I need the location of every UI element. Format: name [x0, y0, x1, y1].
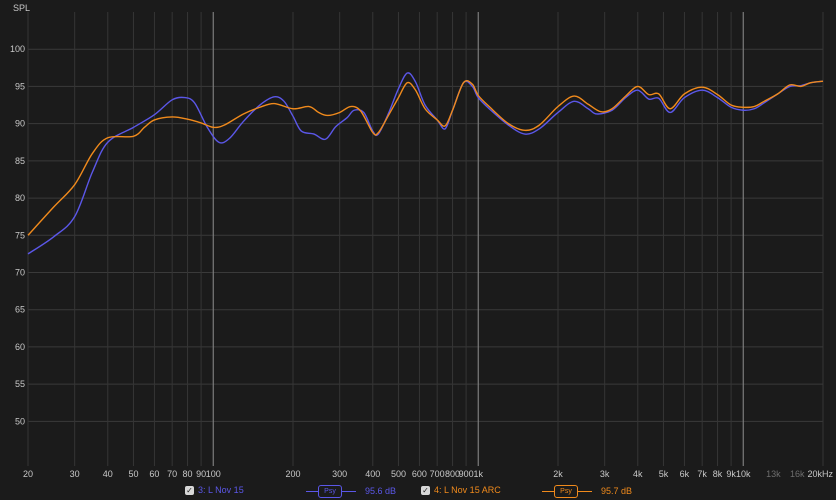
- grid-lines: [27, 12, 824, 466]
- y-tick-label: 55: [15, 379, 25, 389]
- y-tick-label: 100: [10, 44, 25, 54]
- legend-level: 95.6 dB: [365, 486, 397, 496]
- y-tick-label: 70: [15, 267, 25, 277]
- x-tick-label: 500: [391, 469, 406, 479]
- x-tick-label: 5k: [659, 469, 669, 479]
- x-tick-label: 900: [459, 469, 474, 479]
- x-tick-label: 3k: [600, 469, 610, 479]
- legend: ✓ 3: L Nov 15 Psy 95.6 dB ✓ 4: L Nov 15 …: [0, 483, 836, 500]
- x-tick-label: 6k: [680, 469, 690, 479]
- y-tick-label: 90: [15, 119, 25, 129]
- psy-smoothing-control[interactable]: Psy: [306, 485, 356, 498]
- psy-smoothing-control[interactable]: Psy: [542, 485, 592, 498]
- y-tick-label: 60: [15, 342, 25, 352]
- x-tick-label: 200: [285, 469, 300, 479]
- y-tick-label: 85: [15, 156, 25, 166]
- x-tick-label: 100: [206, 469, 221, 479]
- x-tick-label: 1k: [473, 469, 483, 479]
- x-tick-label: 400: [365, 469, 380, 479]
- x-tick-label: 50: [128, 469, 138, 479]
- x-tick-label: 40: [103, 469, 113, 479]
- y-axis-label: SPL: [13, 3, 30, 13]
- legend-label: 4: L Nov 15 ARC: [434, 485, 501, 495]
- x-tick-label: 20kHz: [807, 469, 833, 479]
- x-tick-label: 70: [167, 469, 177, 479]
- x-axis: 20 30 40 50 60 70 80 90 100 200 300 400 500 600 700 800…: [23, 469, 834, 479]
- x-tick-label: 2k: [553, 469, 563, 479]
- y-tick-label: 65: [15, 305, 25, 315]
- y-tick-label: 50: [15, 416, 25, 426]
- x-tick-label: 13k: [766, 469, 781, 479]
- psy-button[interactable]: Psy: [318, 485, 342, 498]
- x-tick-label: 10k: [736, 469, 751, 479]
- checkbox-checked-icon[interactable]: ✓: [421, 485, 430, 495]
- frequency-response-chart[interactable]: SPL 50 55 60 65 70 75 80 85 90 95 100 20 30 40 50 60 70…: [0, 0, 836, 484]
- x-tick-label: 4k: [633, 469, 643, 479]
- y-tick-label: 80: [15, 193, 25, 203]
- psy-button[interactable]: Psy: [554, 485, 578, 498]
- x-tick-label: 30: [70, 469, 80, 479]
- x-tick-label: 90: [196, 469, 206, 479]
- x-tick-label: 700: [430, 469, 445, 479]
- legend-label: 3: L Nov 15: [198, 485, 244, 495]
- legend-level: 95.7 dB: [601, 486, 633, 496]
- x-tick-label: 8k: [713, 469, 723, 479]
- x-tick-label: 60: [149, 469, 159, 479]
- x-tick-label: 20: [23, 469, 33, 479]
- legend-item-series-4[interactable]: ✓ 4: L Nov 15 ARC: [421, 485, 501, 495]
- y-axis: SPL 50 55 60 65 70 75 80 85 90 95 100: [10, 3, 30, 426]
- chart-area[interactable]: SPL 50 55 60 65 70 75 80 85 90 95 100 20 30 40 50 60 70…: [0, 0, 836, 500]
- y-tick-label: 95: [15, 81, 25, 91]
- y-tick-label: 75: [15, 230, 25, 240]
- x-tick-label: 80: [183, 469, 193, 479]
- series-line-l-nov-15: [27, 72, 824, 255]
- x-tick-label: 9k: [726, 469, 736, 479]
- checkbox-checked-icon[interactable]: ✓: [185, 485, 194, 495]
- legend-item-series-3[interactable]: ✓ 3: L Nov 15: [185, 485, 244, 495]
- x-tick-label: 600: [412, 469, 427, 479]
- series-layer: [27, 72, 824, 255]
- x-tick-label: 300: [332, 469, 347, 479]
- series-line-l-nov-15-arc: [27, 80, 824, 236]
- x-tick-label: 7k: [697, 469, 707, 479]
- x-tick-label: 16k: [790, 469, 805, 479]
